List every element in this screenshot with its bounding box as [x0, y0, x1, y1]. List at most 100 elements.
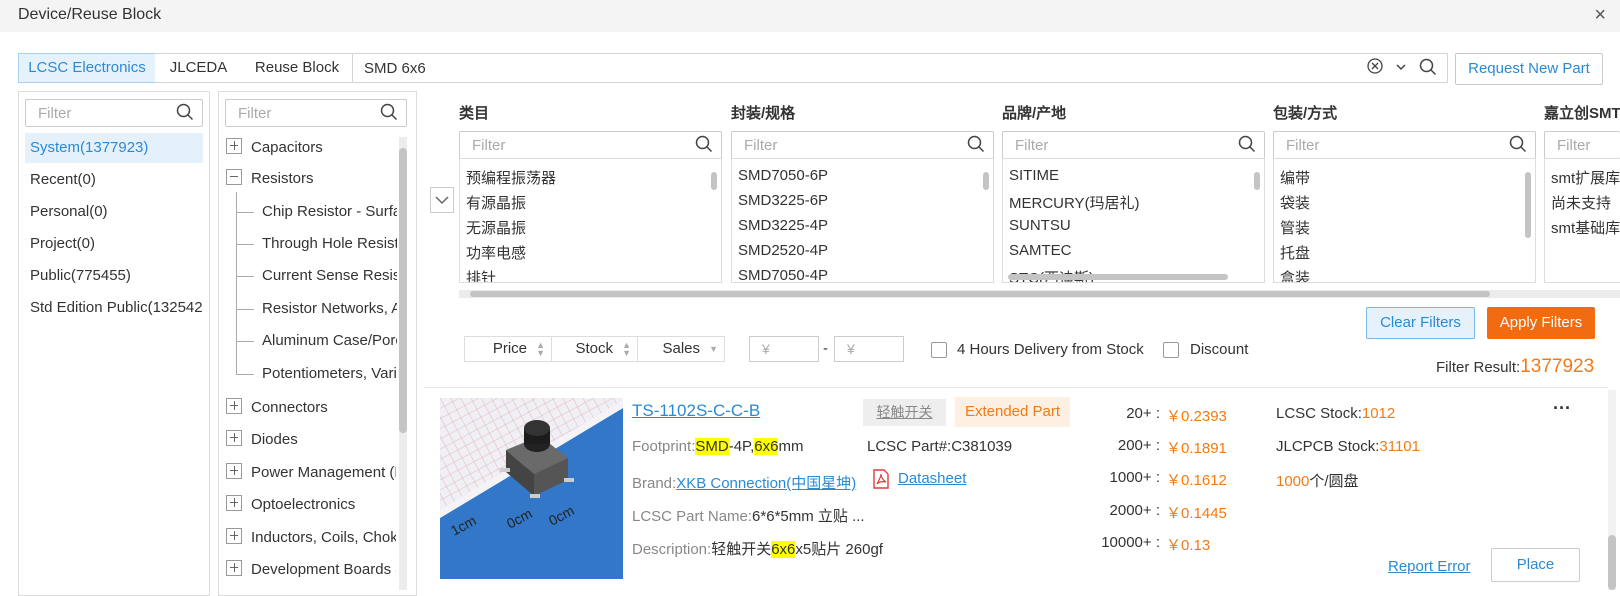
tree-item-inductors[interactable]: Inductors, Coils, Chokes [226, 525, 396, 551]
footprint-row: Footprint:SMD-4P,6x6mm [632, 438, 804, 455]
expand-icon[interactable] [226, 463, 242, 480]
library-item-public[interactable]: Public(775455) [25, 261, 203, 291]
search-input[interactable]: SMD 6x6 [352, 53, 1448, 83]
expand-icon[interactable] [226, 528, 242, 545]
package-option[interactable]: SMD3225-6P [738, 192, 828, 209]
expand-icon[interactable] [226, 398, 242, 415]
tree-item-power-management[interactable]: Power Management (PMIC) [226, 460, 396, 486]
tree-item-current-sense-resistors[interactable]: Current Sense Resistors [262, 263, 397, 289]
package-list-scrollbar[interactable] [983, 172, 989, 190]
tree-item-chip-resistor[interactable]: Chip Resistor - Surface Mount [262, 199, 397, 225]
clear-filters-button[interactable]: Clear Filters [1366, 307, 1475, 339]
brand-column-filter[interactable]: Filter [1002, 131, 1265, 159]
brand-list-hscrollbar[interactable] [1008, 274, 1228, 280]
packaging-column-filter[interactable]: Filter [1273, 131, 1536, 159]
clear-icon[interactable] [1367, 58, 1383, 79]
library-item-project[interactable]: Project(0) [25, 229, 203, 259]
library-filter-input[interactable]: Filter [25, 99, 203, 127]
tab-reuse-block[interactable]: Reuse Block [242, 53, 353, 83]
chevron-down-icon[interactable] [1395, 60, 1407, 78]
request-new-part-button[interactable]: Request New Part [1455, 53, 1603, 85]
price-value: ￥0.2393 [1166, 408, 1227, 425]
packaging-option[interactable]: 编带 [1280, 167, 1310, 188]
tree-item-connectors[interactable]: Connectors [226, 395, 396, 421]
package-option[interactable]: SMD7050-4P [738, 267, 828, 282]
smt-column-filter[interactable]: Filter [1544, 131, 1620, 159]
price-max-input[interactable]: ¥ [834, 336, 904, 362]
tree-scrollbar-thumb[interactable] [399, 148, 407, 433]
packaging-option[interactable]: 盒装 [1280, 267, 1310, 282]
category-option[interactable]: 功率电感 [466, 242, 526, 263]
description-row: Description:轻触开关6x6x5贴片 260gf [632, 541, 883, 558]
place-button[interactable]: Place [1491, 548, 1580, 582]
datasheet-link[interactable]: Datasheet [898, 470, 966, 487]
package-option[interactable]: SMD2520-4P [738, 242, 828, 259]
collapse-icon[interactable] [226, 169, 242, 186]
tree-item-through-hole-resistors[interactable]: Through Hole Resistors [262, 231, 397, 257]
results-scrollbar-thumb[interactable] [1608, 535, 1616, 590]
brand-link[interactable]: XKB Connection(中国星坤) [676, 475, 856, 492]
smt-option[interactable]: smt基础库 [1551, 217, 1620, 238]
brand-list-scrollbar[interactable] [1254, 172, 1260, 190]
pdf-icon[interactable] [872, 469, 890, 489]
search-icon [695, 135, 713, 153]
brand-option[interactable]: MERCURY(玛居礼) [1009, 192, 1140, 213]
library-item-system[interactable]: System(1377923) [25, 133, 203, 163]
tree-item-potentiometers[interactable]: Potentiometers, Variable Resistors [262, 361, 397, 387]
expand-icon[interactable] [226, 495, 242, 512]
expand-icon[interactable] [226, 138, 242, 155]
tree-item-aluminum-case[interactable]: Aluminum Case/Porcelain Tube Resistors [262, 328, 397, 354]
library-item-recent[interactable]: Recent(0) [25, 165, 203, 195]
tree-item-development-boards[interactable]: Development Boards & Kits [226, 557, 396, 583]
brand-option[interactable]: SAMTEC [1009, 242, 1072, 259]
price-value: ￥0.1891 [1166, 440, 1227, 457]
category-tag[interactable]: 轻触开关 [863, 399, 946, 426]
tree-item-diodes[interactable]: Diodes [226, 427, 396, 453]
brand-option[interactable]: SITIME [1009, 167, 1059, 184]
category-column-filter[interactable]: Filter [459, 131, 722, 159]
report-error-link[interactable]: Report Error [1388, 558, 1471, 575]
sort-stock-button[interactable]: Stock ▲ ▼ [551, 336, 638, 362]
extended-part-badge: Extended Part [955, 397, 1070, 427]
discount-checkbox[interactable] [1163, 342, 1179, 358]
price-min-input[interactable]: ¥ [749, 336, 819, 362]
packaging-option[interactable]: 管装 [1280, 217, 1310, 238]
smt-option[interactable]: 尚未支持 [1551, 192, 1611, 213]
category-list-scrollbar[interactable] [711, 172, 717, 190]
smt-option[interactable]: smt扩展库 [1551, 167, 1620, 188]
price-qty: 2000+ : [1109, 502, 1160, 519]
packaging-list-scrollbar[interactable] [1525, 172, 1531, 238]
sort-sales-button[interactable]: Sales ▼ [637, 336, 725, 362]
tab-lcsc-electronics[interactable]: LCSC Electronics [18, 53, 156, 83]
tree-item-optoelectronics[interactable]: Optoelectronics [226, 492, 396, 518]
tree-item-resistors[interactable]: Resistors [226, 166, 314, 192]
tree-item-resistor-networks[interactable]: Resistor Networks, Arrays [262, 296, 397, 322]
packaging-option[interactable]: 袋装 [1280, 192, 1310, 213]
category-option[interactable]: 有源晶振 [466, 192, 526, 213]
apply-filters-button[interactable]: Apply Filters [1487, 307, 1595, 339]
library-item-personal[interactable]: Personal(0) [25, 197, 203, 227]
category-option[interactable]: 预编程振荡器 [466, 167, 556, 188]
expand-icon[interactable] [226, 560, 242, 577]
package-column-filter[interactable]: Filter [731, 131, 994, 159]
part-name-link[interactable]: TS-1102S-C-C-B [632, 401, 760, 421]
tree-branch-line [236, 192, 237, 375]
more-options-icon[interactable]: ··· [1553, 398, 1571, 419]
tab-jlceda[interactable]: JLCEDA [155, 53, 243, 83]
packaging-option[interactable]: 托盘 [1280, 242, 1310, 263]
filter-columns-hscroll-thumb[interactable] [470, 291, 1490, 297]
sort-price-button[interactable]: Price ▲ ▼ [464, 336, 552, 362]
search-icon[interactable] [1419, 58, 1437, 81]
close-icon[interactable]: × [1594, 4, 1606, 27]
package-option[interactable]: SMD7050-6P [738, 167, 828, 184]
hours-delivery-checkbox[interactable] [931, 342, 947, 358]
category-option[interactable]: 排针 [466, 267, 496, 282]
package-option[interactable]: SMD3225-4P [738, 217, 828, 234]
category-option[interactable]: 无源晶振 [466, 217, 526, 238]
library-item-std-edition-public[interactable]: Std Edition Public(132542) [25, 293, 203, 323]
brand-option[interactable]: SUNTSU [1009, 217, 1071, 234]
tree-item-capacitors[interactable]: Capacitors [226, 135, 323, 161]
category-filter-input[interactable]: Filter [225, 99, 407, 127]
expand-icon[interactable] [226, 430, 242, 447]
expand-filters-button[interactable] [430, 187, 454, 213]
